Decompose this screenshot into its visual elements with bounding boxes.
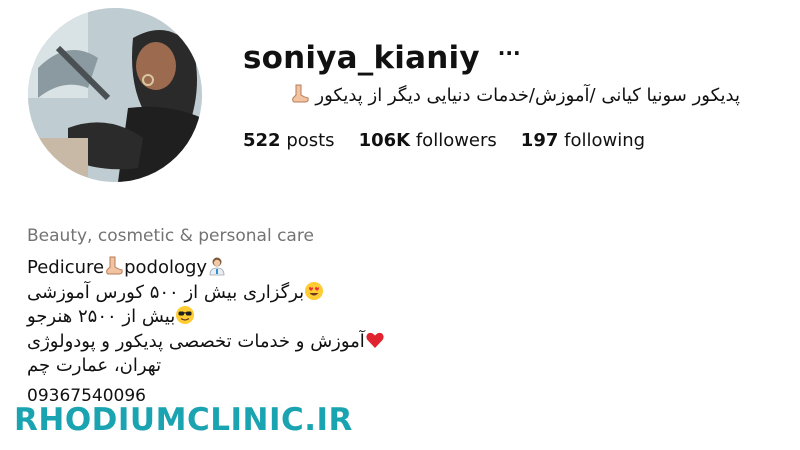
avatar-photo	[28, 8, 202, 182]
health-worker-icon	[207, 256, 227, 284]
followers-count[interactable]: 106K followers	[359, 130, 497, 151]
profile-category: Beauty, cosmetic & personal care	[27, 226, 314, 246]
bio-services: آموزش و خدمات تخصصی پدیکور و پودولوژی	[27, 330, 365, 352]
heart-eyes-emoji	[304, 281, 324, 309]
full-name-text: پدیکور سونیا کیانی /آموزش/خدمات دنیایی د…	[315, 85, 740, 106]
bio-line-4: آموزش و خدمات تخصصی پدیکور و پودولوژی	[27, 330, 437, 355]
bio-line-1: Pedicure podology	[27, 256, 437, 281]
more-options-button[interactable]: ···	[498, 43, 521, 73]
red-heart-emoji	[365, 330, 385, 358]
sunglasses-emoji	[175, 305, 195, 333]
bio-line-2: برگزاری بیش از ۵۰۰ کورس آموزشی	[27, 281, 437, 306]
posts-label: posts	[286, 130, 335, 151]
bio-courses: برگزاری بیش از ۵۰۰ کورس آموزشی	[27, 281, 305, 303]
followers-number: 106K	[358, 130, 411, 151]
bio-line-5: تهران، عمارت چم	[27, 354, 437, 379]
profile-full-name: پدیکور سونیا کیانی /آموزش/خدمات دنیایی د…	[240, 84, 740, 109]
bio-podology: podology	[124, 257, 208, 278]
profile-bio: Pedicure podology برگزاری بیش از ۵۰۰ کورس…	[27, 256, 437, 379]
posts-count[interactable]: 522 posts	[243, 130, 335, 151]
bio-address: تهران، عمارت چم	[27, 355, 162, 376]
following-number: 197	[520, 130, 559, 151]
bio-line-3: بیش از ۲۵۰۰ هنرجو	[27, 305, 437, 330]
following-count[interactable]: 197 following	[521, 130, 645, 151]
profile-stats: 522 posts 106K followers 197 following	[243, 130, 645, 151]
foot-icon	[104, 256, 124, 284]
following-label: following	[564, 130, 646, 151]
profile-username: soniya_kianiy	[243, 40, 480, 76]
foot-icon	[290, 84, 310, 109]
bio-pedicure: Pedicure	[27, 257, 105, 278]
profile-avatar[interactable]	[28, 8, 202, 182]
followers-label: followers	[415, 130, 497, 151]
watermark-text: RHODIUMCLINIC.IR	[14, 402, 353, 438]
posts-number: 522	[243, 130, 281, 151]
bio-students: بیش از ۲۵۰۰ هنرجو	[27, 306, 176, 327]
